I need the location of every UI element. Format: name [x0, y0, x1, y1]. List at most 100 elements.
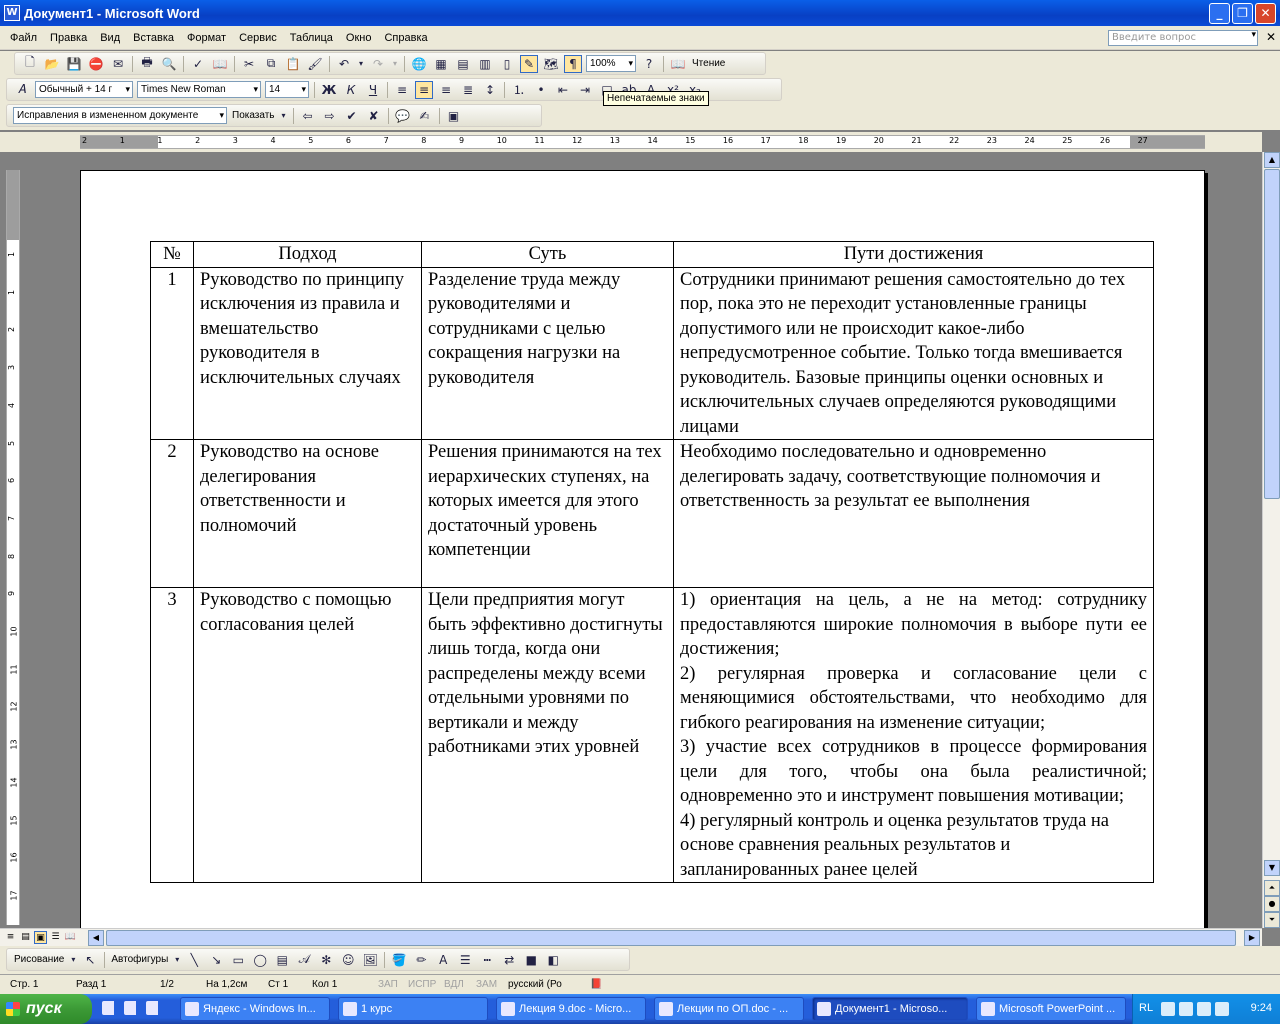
- underline-icon[interactable]: Ч: [364, 81, 382, 99]
- redo-icon[interactable]: ↷: [369, 55, 387, 73]
- align-center-icon[interactable]: ≡: [415, 80, 433, 99]
- columns-icon[interactable]: ▯: [498, 55, 516, 73]
- insert-excel-icon[interactable]: ▥: [476, 55, 494, 73]
- essence-cell[interactable]: Цели предприятия могут быть эффективно д…: [421, 587, 674, 883]
- paste-icon[interactable]: 📋: [284, 55, 302, 73]
- doc-close-icon[interactable]: ✕: [1266, 30, 1276, 44]
- open-icon[interactable]: 📂: [43, 55, 61, 73]
- document-map-icon[interactable]: 🗺: [542, 55, 560, 73]
- copy-icon[interactable]: ⧉: [262, 55, 280, 73]
- approach-cell[interactable]: Руководство с помощью согласования целей: [193, 587, 422, 883]
- taskbar-item-powerpoint[interactable]: Microsoft PowerPoint ...: [976, 997, 1126, 1021]
- autoshapes-dropdown-icon[interactable]: ▾: [173, 951, 181, 969]
- next-change-icon[interactable]: ⇨: [321, 107, 339, 125]
- permission-icon[interactable]: ⛔: [87, 55, 105, 73]
- header-ways[interactable]: Пути достижения: [673, 241, 1154, 268]
- read-icon[interactable]: 📖: [669, 55, 687, 73]
- show-button[interactable]: Показать: [232, 110, 275, 121]
- reject-change-icon[interactable]: ✘: [365, 107, 383, 125]
- print-preview-icon[interactable]: 🔍: [160, 55, 178, 73]
- decrease-indent-icon[interactable]: ⇤: [554, 81, 572, 99]
- ask-dropdown-icon[interactable]: ▾: [1251, 30, 1256, 40]
- reading-button[interactable]: Чтение: [692, 58, 725, 69]
- increase-indent-icon[interactable]: ⇥: [576, 81, 594, 99]
- undo-dropdown-icon[interactable]: ▾: [357, 55, 365, 73]
- diagram-icon[interactable]: ✻: [317, 951, 335, 969]
- font-size-combo[interactable]: 14: [265, 81, 309, 98]
- tray-app-icon[interactable]: [1215, 1002, 1229, 1016]
- bullets-icon[interactable]: •: [532, 81, 550, 99]
- print-layout-icon[interactable]: ▣: [34, 931, 47, 944]
- drawing-icon[interactable]: ✎: [520, 54, 538, 73]
- previous-page-icon[interactable]: ⏶: [1264, 880, 1280, 896]
- horizontal-ruler[interactable]: 2 1 1 2 3 4 5 6 7 8 9 10 11 12 13 14 15 16 17 18 19 20 21 22 23 2…: [80, 135, 1205, 149]
- fill-color-icon[interactable]: 🪣: [390, 951, 408, 969]
- save-icon[interactable]: 💾: [65, 55, 83, 73]
- zoom-combo[interactable]: 100%: [586, 55, 636, 72]
- tray-volume-icon[interactable]: [1197, 1002, 1211, 1016]
- show-hide-icon[interactable]: ¶: [564, 54, 582, 73]
- quicklaunch-desktop-icon[interactable]: [120, 997, 136, 1021]
- drawing-menu[interactable]: Рисование: [14, 954, 64, 965]
- wordart-icon[interactable]: 𝒜: [295, 951, 313, 969]
- italic-icon[interactable]: К: [342, 81, 360, 99]
- cut-icon[interactable]: ✂: [240, 55, 258, 73]
- close-button[interactable]: ✕: [1255, 3, 1276, 24]
- shadow-icon[interactable]: ■: [522, 951, 540, 969]
- ask-question-input[interactable]: Введите вопрос: [1108, 30, 1258, 46]
- status-extend[interactable]: ВДЛ: [444, 979, 464, 990]
- language-indicator[interactable]: RL: [1139, 1002, 1153, 1014]
- line-color-icon[interactable]: ✏: [412, 951, 430, 969]
- email-icon[interactable]: ✉: [109, 55, 127, 73]
- taskbar-item-document1[interactable]: Документ1 - Microso...: [812, 997, 968, 1021]
- line-style-icon[interactable]: ☰: [456, 951, 474, 969]
- document-table[interactable]: № Подход Суть Пути достижения 1 Руководс…: [150, 241, 1154, 883]
- line-icon[interactable]: ╲: [185, 951, 203, 969]
- page[interactable]: № Подход Суть Пути достижения 1 Руководс…: [80, 170, 1205, 928]
- track-changes-icon[interactable]: ✍: [416, 107, 434, 125]
- vertical-scrollbar[interactable]: ▲ ▼ ⏶ ● ⏷: [1262, 152, 1280, 928]
- scroll-down-icon[interactable]: ▼: [1264, 860, 1280, 876]
- arrow-icon[interactable]: ↘: [207, 951, 225, 969]
- justify-icon[interactable]: ≣: [459, 81, 477, 99]
- tracking-display-combo[interactable]: Исправления в измененном документе: [13, 107, 227, 124]
- ways-cell[interactable]: Необходимо последовательно и одновременн…: [673, 439, 1154, 588]
- start-button[interactable]: пуск: [0, 994, 92, 1024]
- align-right-icon[interactable]: ≡: [437, 81, 455, 99]
- arrow-style-icon[interactable]: ⇄: [500, 951, 518, 969]
- taskbar-item-yandex[interactable]: Яндекс - Windows In...: [180, 997, 330, 1021]
- hyperlink-icon[interactable]: 🌐: [410, 55, 428, 73]
- select-objects-icon[interactable]: ↖: [81, 951, 99, 969]
- menu-window[interactable]: Окно: [346, 32, 372, 44]
- menu-edit[interactable]: Правка: [50, 32, 87, 44]
- horizontal-scroll-thumb[interactable]: [106, 930, 1236, 946]
- previous-change-icon[interactable]: ⇦: [299, 107, 317, 125]
- maximize-button[interactable]: ❐: [1232, 3, 1253, 24]
- reading-view-icon[interactable]: 📖: [64, 931, 77, 944]
- horizontal-scrollbar[interactable]: ≡ ▤ ▣ ☰ 📖 ◀ ▶: [0, 928, 1262, 946]
- taskbar-item-lectures[interactable]: Лекции по ОП.doc - ...: [654, 997, 804, 1021]
- print-icon[interactable]: 🖶: [138, 55, 156, 73]
- row-number[interactable]: 1: [150, 266, 194, 440]
- insert-table-icon[interactable]: ▤: [454, 55, 472, 73]
- menu-table[interactable]: Таблица: [290, 32, 333, 44]
- essence-cell[interactable]: Разделение труда между руководителями и …: [421, 266, 674, 440]
- word-icon[interactable]: W: [4, 5, 20, 21]
- font-color-draw-icon[interactable]: A: [434, 951, 452, 969]
- web-layout-icon[interactable]: ▤: [19, 931, 32, 944]
- spelling-status-icon[interactable]: 📕: [590, 979, 602, 990]
- row-number[interactable]: 3: [150, 587, 194, 883]
- tables-borders-icon[interactable]: ▦: [432, 55, 450, 73]
- normal-view-icon[interactable]: ≡: [4, 931, 17, 944]
- ways-cell[interactable]: Сотрудники принимают решения самостоятел…: [673, 266, 1154, 440]
- vertical-scroll-thumb[interactable]: [1264, 169, 1280, 499]
- next-page-icon[interactable]: ⏷: [1264, 912, 1280, 928]
- reviewing-pane-icon[interactable]: ▣: [445, 107, 463, 125]
- status-rec[interactable]: ЗАП: [378, 979, 398, 990]
- scroll-left-icon[interactable]: ◀: [88, 930, 104, 946]
- styles-formatting-icon[interactable]: 𝐴: [13, 81, 31, 99]
- numbering-icon[interactable]: ⒈: [510, 81, 528, 99]
- scroll-right-icon[interactable]: ▶: [1244, 930, 1260, 946]
- outline-view-icon[interactable]: ☰: [49, 931, 62, 944]
- new-document-icon[interactable]: 🗋: [21, 55, 39, 73]
